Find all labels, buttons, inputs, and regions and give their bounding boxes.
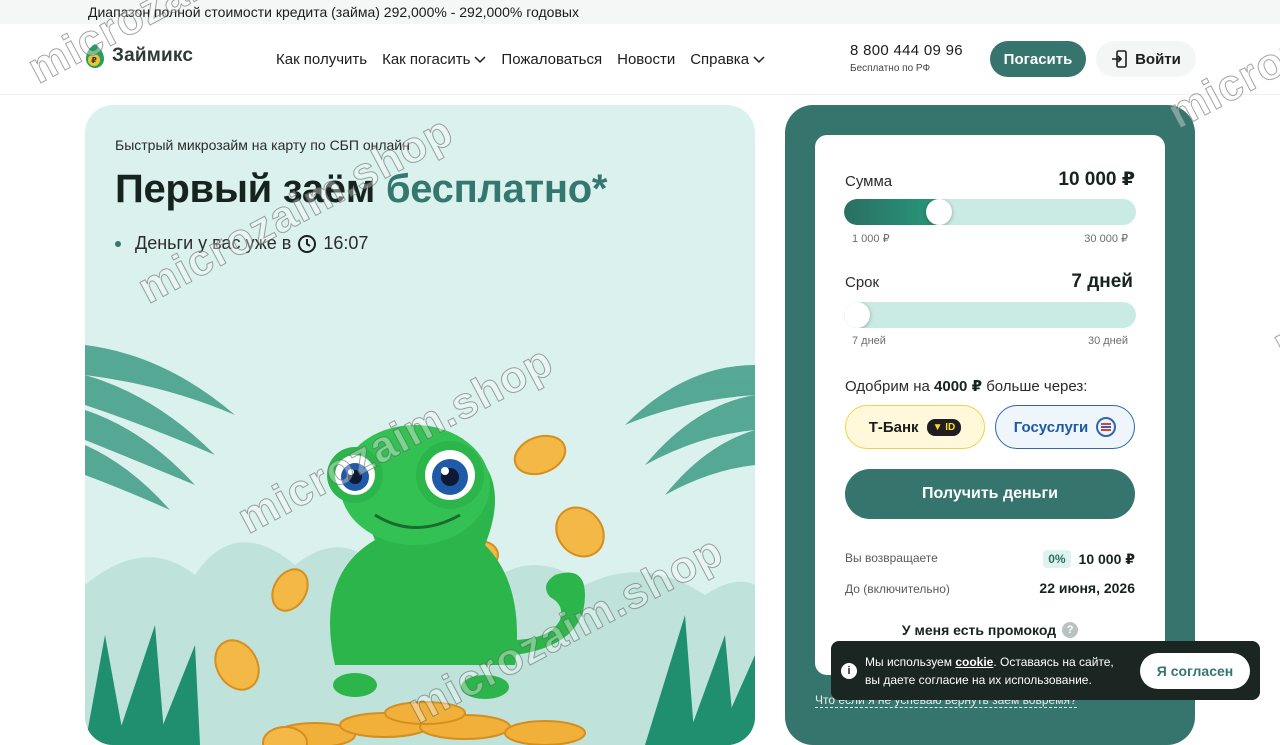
login-button[interactable]: Войти: [1096, 41, 1196, 77]
login-label: Войти: [1135, 50, 1181, 68]
hero-title-accent: бесплатно*: [385, 167, 608, 211]
approve-amount: 4000 ₽: [934, 378, 983, 395]
approve-suffix: больше через:: [986, 378, 1088, 395]
logo[interactable]: ₽ Займикс: [84, 42, 193, 70]
term-min: 7 дней: [852, 335, 886, 347]
amount-label: Сумма: [845, 173, 893, 190]
logo-text: Займикс: [112, 45, 194, 66]
tbank-id-icon: ▼ ID: [926, 418, 962, 436]
loan-calculator: Сумма 10 000 ₽ 1 000 ₽ 30 000 ₽ Срок 7 д…: [815, 135, 1165, 675]
phone-block[interactable]: 8 800 444 09 96 Бесплатно по РФ: [850, 42, 963, 74]
bullet-dot: [115, 240, 121, 247]
nav-label: Как получить: [276, 51, 368, 68]
nav-how-to-repay[interactable]: Как погасить: [382, 51, 486, 68]
nav-label: Новости: [617, 51, 676, 68]
until-value: 22 июня, 2026: [1039, 580, 1135, 596]
gosuslugi-label: Госуслуги: [1013, 418, 1089, 436]
nav-complain[interactable]: Пожаловаться: [501, 51, 602, 68]
cookie-banner: i Мы используем cookie. Оставаясь на сай…: [831, 641, 1260, 700]
tbank-label: Т-Банк: [868, 418, 919, 436]
clock-icon: [298, 234, 317, 253]
amount-slider[interactable]: [844, 199, 1136, 225]
hero-bullet-text: Деньги у вас уже в: [135, 233, 292, 253]
gosuslugi-button[interactable]: Госуслуги: [995, 405, 1135, 449]
login-icon: [1112, 50, 1127, 68]
term-value: 7 дней: [1071, 271, 1133, 292]
tbank-id-badge: ID: [945, 421, 956, 433]
hero-subtitle: Быстрый микрозайм на карту по СБП онлайн: [115, 137, 410, 153]
info-icon: i: [841, 662, 857, 679]
amount-min: 1 000 ₽: [852, 233, 890, 245]
amount-value: 10 000 ₽: [1058, 169, 1135, 190]
nav-label: Пожаловаться: [501, 51, 603, 68]
approve-prefix: Одобрим на: [845, 378, 930, 395]
nav-help[interactable]: Справка: [690, 51, 765, 68]
help-icon[interactable]: ?: [1062, 622, 1079, 638]
chevron-down-icon: [474, 55, 486, 63]
apr-notice-text: Диапазон полной стоимости кредита (займа…: [88, 4, 579, 20]
chameleon-illustration: [85, 345, 755, 745]
promo-label: У меня есть промокод: [901, 622, 1057, 638]
hero-bullet: Деньги у вас уже в 16:07: [115, 233, 368, 254]
nav-how-to-get[interactable]: Как получить: [276, 51, 367, 68]
promo-code-toggle[interactable]: У меня есть промокод ?: [815, 622, 1165, 638]
phone-number[interactable]: 8 800 444 09 96: [850, 42, 963, 59]
hero-title-main: Первый заём: [115, 167, 376, 211]
repay-button[interactable]: Погасить: [990, 41, 1086, 77]
tbank-id-button[interactable]: Т-Банк ▼ ID: [845, 405, 985, 449]
phone-note: Бесплатно по РФ: [850, 63, 931, 74]
cookie-text-before: Мы используем: [865, 654, 952, 669]
hero-title: Первый заём бесплатно*: [115, 167, 607, 212]
hero-bullet-time: 16:07: [323, 233, 369, 253]
site-header: ₽ Займикс Как получить Как погасить Пожа…: [0, 24, 1280, 95]
svg-text:₽: ₽: [91, 56, 97, 65]
return-value-row: 0% 10 000 ₽: [1043, 550, 1135, 568]
apr-notice-bar: Диапазон полной стоимости кредита (займа…: [0, 0, 1280, 24]
term-max: 30 дней: [1087, 335, 1128, 347]
term-slider-handle[interactable]: [844, 302, 870, 328]
main-nav: Как получить Как погасить Пожаловаться Н…: [276, 51, 765, 68]
approve-note: Одобрим на 4000 ₽ больше через:: [845, 377, 1087, 395]
term-label: Срок: [845, 274, 880, 291]
gosuslugi-icon: [1096, 417, 1117, 437]
chevron-down-icon: [753, 55, 765, 63]
return-value: 10 000 ₽: [1078, 550, 1135, 567]
amount-slider-handle[interactable]: [926, 199, 952, 225]
hero-banner: Быстрый микрозайм на карту по СБП онлайн…: [85, 105, 755, 745]
get-money-button[interactable]: Получить деньги: [845, 469, 1135, 519]
nav-news[interactable]: Новости: [617, 51, 675, 68]
cookie-text: Мы используем cookie. Оставаясь на сайте…: [865, 653, 1125, 689]
nav-label: Справка: [690, 51, 750, 68]
nav-label: Как погасить: [382, 51, 471, 68]
term-slider[interactable]: [844, 302, 1136, 328]
amount-slider-fill: [844, 199, 939, 225]
logo-icon: ₽: [86, 44, 104, 68]
watermark: microzaim.shop: [1264, 161, 1280, 369]
return-percent-badge: 0%: [1043, 550, 1071, 568]
until-label: До (включительно): [845, 582, 950, 596]
amount-max: 30 000 ₽: [1084, 233, 1128, 245]
cookie-link[interactable]: cookie: [955, 655, 993, 669]
return-label: Вы возвращаете: [845, 551, 938, 565]
cookie-agree-button[interactable]: Я согласен: [1140, 653, 1250, 689]
